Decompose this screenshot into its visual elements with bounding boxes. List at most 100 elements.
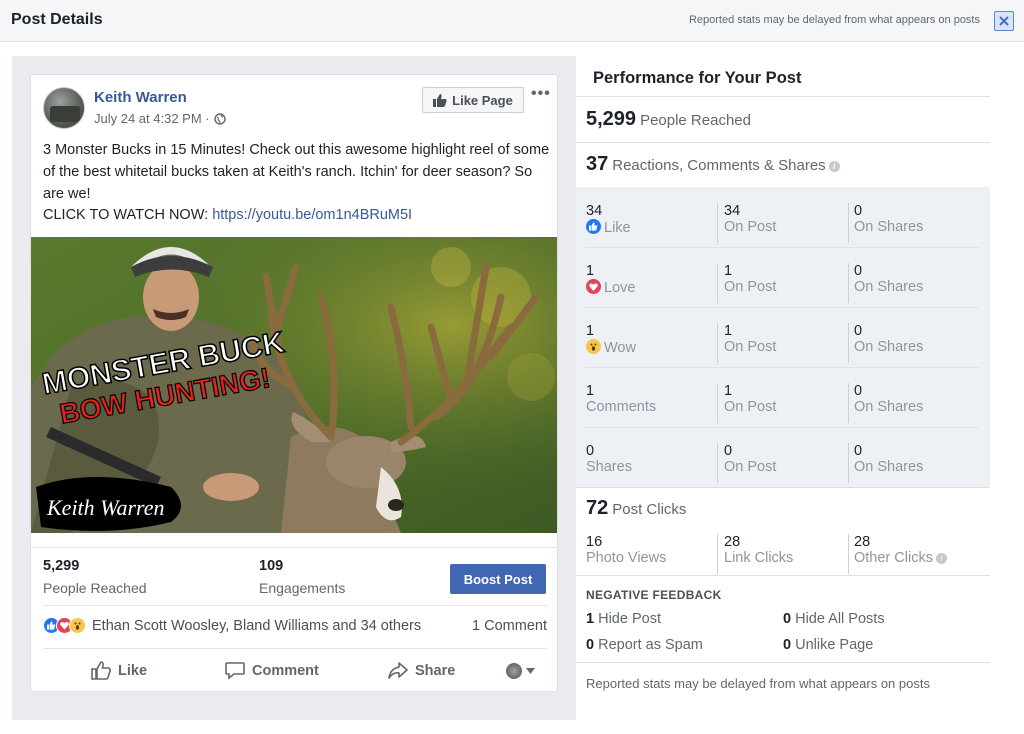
like-page-label: Like Page bbox=[452, 92, 513, 108]
rcs-value: 37 bbox=[586, 153, 609, 175]
perf-reached-label: People Reached bbox=[640, 112, 751, 129]
wow-on-shares-value: 0 bbox=[854, 323, 863, 339]
performance-title: Performance for Your Post bbox=[593, 69, 802, 87]
shares-on-shares-cell: 0 On Shares bbox=[854, 443, 923, 475]
reactions-names[interactable]: Ethan Scott Woosley, Bland Williams and … bbox=[92, 618, 421, 634]
photo-views-label: Photo Views bbox=[586, 550, 667, 566]
comments-on-shares-label: On Shares bbox=[854, 399, 924, 415]
spam-label: Report as Spam bbox=[598, 637, 703, 653]
report-spam-stat: 0 Report as Spam bbox=[586, 637, 703, 653]
reactions-breakdown: 34 Like 34 On Post 0 On Shares 1 Love 1 … bbox=[576, 187, 990, 487]
close-button[interactable] bbox=[994, 11, 1014, 31]
page-avatar[interactable] bbox=[43, 87, 85, 129]
like-page-button[interactable]: Like Page bbox=[422, 87, 524, 113]
divider bbox=[586, 427, 980, 428]
link-clicks-value: 28 bbox=[724, 534, 741, 550]
love-on-shares-value: 0 bbox=[854, 263, 863, 279]
post-actions: Like Comment Share bbox=[43, 648, 547, 690]
love-icon bbox=[586, 279, 601, 294]
hide-all-value: 0 bbox=[783, 611, 792, 627]
divider bbox=[576, 662, 990, 663]
image-signature: Keith Warren bbox=[46, 495, 165, 520]
other-clicks-value: 28 bbox=[854, 534, 871, 550]
wow-on-shares-label: On Shares bbox=[854, 339, 924, 355]
wow-on-shares-cell: 0 On Shares bbox=[854, 323, 923, 355]
divider bbox=[586, 307, 980, 308]
like-count-cell: 34 Like bbox=[586, 203, 631, 236]
divider bbox=[576, 96, 990, 97]
divider bbox=[848, 383, 849, 423]
link-clicks-label: Link Clicks bbox=[724, 550, 794, 566]
like-outline-icon bbox=[91, 661, 111, 680]
chevron-down-icon bbox=[526, 668, 535, 674]
like-on-shares-value: 0 bbox=[854, 203, 863, 219]
post-timestamp[interactable]: July 24 at 4:32 PM · bbox=[94, 111, 226, 126]
rcs-label: Reactions, Comments & Shares bbox=[612, 157, 826, 174]
unlike-page-stat: 0 Unlike Page bbox=[783, 637, 873, 653]
divider bbox=[717, 323, 718, 363]
comments-label: Comments bbox=[586, 399, 657, 415]
boost-post-button[interactable]: Boost Post bbox=[450, 564, 546, 594]
love-on-shares-cell: 0 On Shares bbox=[854, 263, 923, 295]
unlike-label: Unlike Page bbox=[795, 637, 874, 653]
wow-count-cell: 1 Wow bbox=[586, 323, 636, 356]
other-clicks-cell: 28 Other Clicks i bbox=[854, 534, 947, 566]
shares-on-post-value: 0 bbox=[724, 443, 733, 459]
like-icon bbox=[586, 219, 601, 234]
divider bbox=[717, 443, 718, 483]
perf-reached-value: 5,299 bbox=[586, 108, 637, 130]
shares-on-shares-label: On Shares bbox=[854, 459, 924, 475]
post-cta: CLICK TO WATCH NOW: https://youtu.be/om1… bbox=[43, 207, 412, 223]
reactions-summary[interactable]: Ethan Scott Woosley, Bland Williams and … bbox=[43, 605, 547, 645]
divider bbox=[848, 263, 849, 303]
post-as-selector[interactable] bbox=[506, 663, 535, 679]
header-note: Reported stats may be delayed from what … bbox=[688, 14, 980, 26]
photo-views-value: 16 bbox=[586, 534, 603, 550]
page-name-link[interactable]: Keith Warren bbox=[94, 89, 187, 106]
shares-on-shares-value: 0 bbox=[854, 443, 863, 459]
reaction-icons bbox=[43, 617, 86, 634]
post-date[interactable]: July 24 at 4:32 PM · bbox=[94, 111, 210, 126]
comments-count[interactable]: 1 Comment bbox=[472, 618, 547, 634]
info-icon[interactable]: i bbox=[828, 161, 840, 172]
post-text: 3 Monster Bucks in 15 Minutes! Check out… bbox=[43, 142, 550, 202]
post-image[interactable]: MONSTER BUCK BOW HUNTING! Keith Warren bbox=[31, 237, 557, 533]
stat-people-reached: 5,299 People Reached bbox=[43, 558, 147, 596]
divider bbox=[586, 247, 980, 248]
love-label: Love bbox=[604, 280, 636, 296]
divider bbox=[717, 203, 718, 243]
wow-on-post-label: On Post bbox=[724, 339, 777, 355]
performance-panel: Performance for Your Post 5,299 People Re… bbox=[576, 56, 990, 720]
post-preview-panel: Keith Warren July 24 at 4:32 PM · Like P… bbox=[12, 56, 576, 720]
shares-on-post-label: On Post bbox=[724, 459, 777, 475]
other-clicks-label: Other Clicks bbox=[854, 550, 933, 566]
comments-count-cell: 1 Comments bbox=[586, 383, 656, 415]
more-options-icon[interactable]: ••• bbox=[531, 85, 551, 103]
comment-action-button[interactable]: Comment bbox=[225, 661, 319, 680]
divider bbox=[848, 323, 849, 363]
post-card: Keith Warren July 24 at 4:32 PM · Like P… bbox=[30, 74, 558, 692]
negative-feedback-title: NEGATIVE FEEDBACK bbox=[586, 588, 722, 602]
love-on-post-label: On Post bbox=[724, 279, 777, 295]
profile-avatar-icon bbox=[506, 663, 522, 679]
performance-footer-note: Reported stats may be delayed from what … bbox=[586, 676, 930, 691]
share-action-button[interactable]: Share bbox=[388, 661, 455, 680]
like-action-button[interactable]: Like bbox=[91, 661, 147, 680]
unlike-value: 0 bbox=[783, 637, 792, 653]
cta-link[interactable]: https://youtu.be/om1n4BRuM5I bbox=[212, 207, 412, 223]
shares-on-post-cell: 0 On Post bbox=[724, 443, 776, 475]
wow-label: Wow bbox=[604, 340, 636, 356]
comments-on-post-cell: 1 On Post bbox=[724, 383, 776, 415]
shares-value: 0 bbox=[586, 443, 595, 459]
comments-on-post-label: On Post bbox=[724, 399, 777, 415]
like-action-label: Like bbox=[118, 662, 148, 679]
info-icon[interactable]: i bbox=[935, 553, 947, 564]
page-title: Post Details bbox=[11, 11, 103, 28]
spam-value: 0 bbox=[586, 637, 595, 653]
like-on-post-cell: 34 On Post bbox=[724, 203, 776, 235]
photo-views-cell: 16 Photo Views bbox=[586, 534, 666, 566]
engagements-label: Engagements bbox=[259, 580, 346, 596]
divider bbox=[848, 443, 849, 483]
shares-count-cell: 0 Shares bbox=[586, 443, 632, 475]
globe-icon bbox=[213, 112, 226, 125]
